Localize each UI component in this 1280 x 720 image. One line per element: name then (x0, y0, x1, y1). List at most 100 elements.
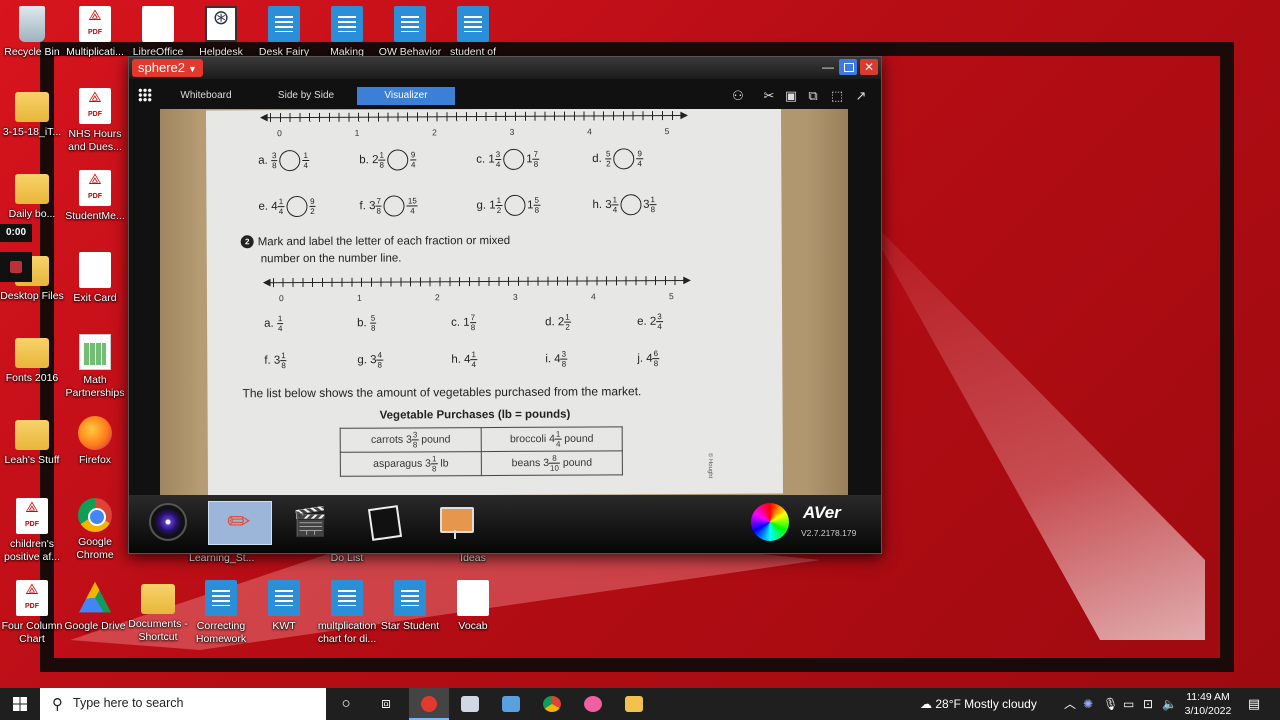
fraction: 12 (495, 195, 503, 215)
desktop-icon-label: Daily bo... (8, 208, 56, 220)
color-wheel-icon[interactable] (751, 503, 789, 541)
comparison-circle[interactable] (613, 148, 635, 170)
resize-icon[interactable]: ⧉ (805, 88, 821, 103)
visualizer-camera-view[interactable]: ◀ ▶ 012345 a. 3 8 1 4 b. 2 1 8 9 4 c. 1 3 4 1 7 8 d. 529… (160, 109, 848, 495)
notification-icon[interactable]: ▤ (1240, 688, 1268, 720)
camera-lens-icon[interactable] (149, 503, 187, 541)
snapshot-gallery-icon[interactable] (364, 503, 402, 541)
desktop-icon-label: 3-15-18_iT... (2, 126, 62, 138)
desktop-icon[interactable]: student of (441, 6, 505, 59)
comparison-circle[interactable] (286, 195, 308, 218)
close-button[interactable]: ✕ (860, 59, 878, 75)
show-hidden-icons[interactable]: ︿ (1064, 688, 1076, 720)
search-box[interactable]: ⚲ Type here to search (40, 688, 326, 720)
desktop-icon[interactable]: 3-15-18_iT... (0, 88, 64, 139)
network-icon[interactable]: ⊡ (1143, 688, 1153, 720)
cortana-button[interactable]: ○ (326, 688, 366, 720)
desktop-icon[interactable]: Vocab (441, 580, 505, 633)
desktop-icon[interactable]: Correcting Homework (189, 580, 253, 646)
desktop-icon[interactable]: children's positive af... (0, 498, 64, 564)
desktop-icon[interactable]: Leah's Stuff (0, 416, 64, 467)
desktop-icon[interactable]: Four Column Chart (0, 580, 64, 646)
external-link-icon[interactable]: ↗ (853, 88, 869, 103)
desktop-icon[interactable]: NHS Hours and Dues... (63, 88, 127, 154)
annotation-pencil-icon[interactable] (208, 501, 272, 545)
fraction: 8 10 (548, 453, 560, 473)
fraction: 14 (611, 195, 619, 214)
comparison-circle[interactable] (383, 195, 406, 217)
mark-item: b. 58 (357, 313, 377, 333)
desktop-icon[interactable]: Fonts 2016 (0, 334, 64, 385)
desktop-icon[interactable]: Daily bo... (0, 170, 64, 221)
desktop-icon[interactable]: Firefox (63, 416, 127, 467)
tray-app-icon[interactable]: ✺ (1083, 688, 1093, 720)
system-clock[interactable]: 11:49 AM 3/10/2022 (1176, 690, 1240, 718)
desktop-icon[interactable]: Exit Card (63, 252, 127, 305)
maximize-button[interactable] (839, 59, 857, 75)
weather-widget[interactable]: ☁ 28°F Mostly cloudy (920, 688, 1037, 720)
comparison-circle[interactable] (503, 148, 525, 170)
desktop-icon[interactable]: Math Partnerships (63, 334, 127, 400)
fraction: 38 (411, 430, 419, 449)
volume-icon[interactable]: 🔈 (1162, 688, 1177, 720)
layout-icon[interactable]: ▣ (783, 88, 799, 103)
compare-item: c. 134178 (476, 148, 540, 170)
desktop-icon[interactable]: Star Student (378, 580, 442, 633)
desktop-icon[interactable]: LibreOffice (126, 6, 190, 59)
fraction: 68 (652, 349, 660, 368)
taskbar-itunes[interactable] (573, 688, 613, 720)
video-clapper-icon[interactable]: 🎬 (291, 503, 329, 541)
title-bar[interactable]: sphere2 ▼ — ✕ (129, 57, 881, 79)
minimize-button[interactable]: — (819, 59, 837, 75)
fraction: 94 (636, 149, 643, 168)
taskbar-chrome[interactable] (532, 688, 572, 720)
desktop-icon-label: Recycle Bin (4, 46, 60, 58)
taskbar-paint[interactable] (450, 688, 490, 720)
toolbar: Whiteboard Side by Side Visualizer ⚇ ✂ ▣… (129, 79, 881, 109)
desktop-icon[interactable]: Google Drive (63, 580, 127, 633)
mark-item: f. 318 (264, 351, 287, 370)
start-button[interactable] (0, 688, 40, 720)
apps-grid-icon[interactable] (138, 88, 152, 102)
item-letter: a. (258, 154, 268, 167)
task-view-button[interactable]: ⧈ (366, 688, 406, 720)
desktop-icon[interactable]: Desk Fairy (252, 6, 316, 59)
pdf-icon (79, 88, 111, 124)
desktop-icon[interactable]: multplication chart for di... (315, 580, 379, 646)
numerator: 5 (604, 149, 612, 160)
compare-item: e. 414 92 (258, 195, 316, 218)
participants-icon[interactable]: ⚇ (724, 88, 752, 103)
unit: pound (564, 432, 594, 445)
recording-stop-button[interactable] (0, 252, 32, 282)
desktop-icon[interactable]: KWT (252, 580, 316, 633)
desktop-icon[interactable]: Making (315, 6, 379, 59)
number-line-label: 2 (432, 127, 437, 138)
desktop-icon[interactable]: Recycle Bin (0, 6, 64, 59)
tools-icon[interactable]: ✂ (761, 88, 777, 103)
comparison-circle[interactable] (279, 150, 301, 172)
desktop-icon[interactable]: StudentMe... (63, 170, 127, 223)
taskbar-file-explorer[interactable] (614, 688, 654, 720)
snapshot-icon[interactable]: ⬚ (829, 88, 845, 103)
battery-icon[interactable]: ▭ (1123, 688, 1134, 720)
presentation-icon[interactable] (436, 503, 474, 541)
tab-side-by-side[interactable]: Side by Side (257, 87, 355, 105)
desktop-icon[interactable]: Helpdesk (189, 6, 253, 59)
aver-logo: AVer (803, 503, 841, 522)
pdf-icon (16, 498, 48, 534)
app-menu-button[interactable]: sphere2 ▼ (132, 59, 203, 77)
tab-visualizer[interactable]: Visualizer (357, 87, 455, 105)
item-letter: h. (592, 198, 603, 212)
taskbar-sphere2[interactable] (409, 688, 449, 720)
mark-item: j. 468 (637, 349, 660, 368)
comparison-circle[interactable] (504, 194, 526, 216)
comparison-circle[interactable] (386, 149, 408, 171)
tab-whiteboard[interactable]: Whiteboard (157, 87, 255, 105)
desktop-icon[interactable]: Google Chrome (63, 498, 127, 562)
comparison-circle[interactable] (620, 194, 642, 216)
desktop-icon[interactable]: OW Behavior (378, 6, 442, 59)
microphone-icon[interactable]: 🎙 (1103, 688, 1118, 720)
desktop-icon[interactable]: Documents - Shortcut (126, 580, 190, 644)
taskbar-notepad[interactable] (491, 688, 531, 720)
desktop-icon[interactable]: Multiplicati... (63, 6, 127, 59)
